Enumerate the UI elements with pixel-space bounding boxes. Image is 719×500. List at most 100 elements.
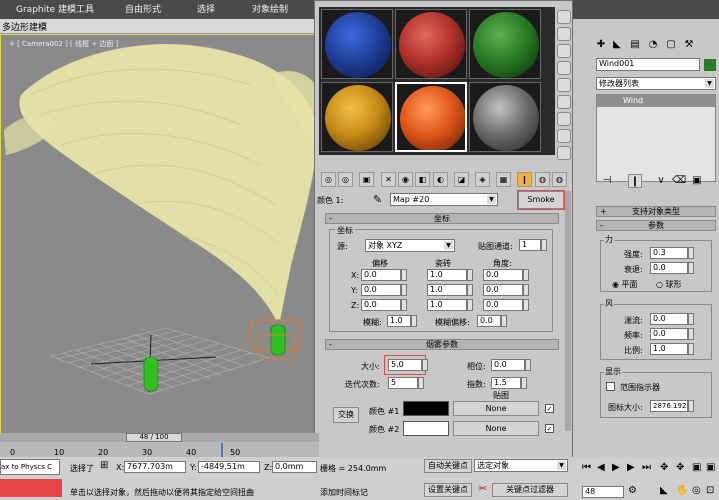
time-config-icon[interactable]: ⚙ <box>628 485 637 496</box>
auto-key-button[interactable]: 自动关键点 <box>424 459 472 473</box>
get-material-button[interactable]: ◎ <box>321 172 336 187</box>
stack-item-wind[interactable]: Wind <box>597 95 715 107</box>
play-icon[interactable]: ▶ <box>612 462 620 473</box>
angle-x-spinner[interactable] <box>523 269 529 281</box>
pan-icon[interactable]: ✋ <box>676 485 688 496</box>
go-to-end-icon[interactable]: ⏭ <box>642 462 651 473</box>
color-1-map-checkbox[interactable]: ✓ <box>545 404 554 413</box>
ribbon-tab-selection[interactable]: 选择 <box>197 3 215 18</box>
phase-spinner[interactable] <box>525 359 531 371</box>
map-name-field[interactable]: Map #20 ▼ <box>390 193 498 206</box>
maxscript-listener[interactable]: ax to Physcs C <box>0 459 60 475</box>
timeline-ruler[interactable]: 0 10 20 30 40 50 <box>0 443 319 457</box>
ribbon-tab-object-paint[interactable]: 对象绘制 <box>252 3 288 18</box>
y-coord-field[interactable]: -4849.51m <box>198 461 260 473</box>
put-to-library-button[interactable]: ◧ <box>415 172 430 187</box>
remove-modifier-icon[interactable]: ⌫ <box>672 174 686 188</box>
tiling-y-field[interactable]: 1.0 <box>427 284 467 296</box>
scale-field[interactable]: 1.0 <box>650 343 688 355</box>
turbulence-spinner[interactable] <box>688 313 694 325</box>
smoke-params-rollout-header[interactable]: - 烟雾参数 <box>325 339 559 350</box>
zoom-extents-all-icon[interactable]: ▣ <box>706 462 715 473</box>
make-unique-icon[interactable]: ∨ <box>654 174 668 188</box>
selection-set-dropdown[interactable]: 选定对象 ▼ <box>474 459 568 472</box>
sample-slot-gray[interactable] <box>469 82 541 152</box>
options-button[interactable] <box>557 112 571 126</box>
scale-spinner[interactable] <box>688 343 694 355</box>
offset-x-spinner[interactable] <box>401 269 407 281</box>
reset-map-button[interactable]: ✕ <box>381 172 396 187</box>
map-channel-field[interactable]: 1 <box>519 239 541 251</box>
spherical-radio-label[interactable]: ○ 球形 <box>656 279 682 290</box>
sample-slot-blue[interactable] <box>321 9 393 79</box>
sample-slot-orange[interactable] <box>395 82 467 152</box>
angle-x-field[interactable]: 0.0 <box>483 269 523 281</box>
modifier-list-dropdown[interactable]: 修改器列表 ▼ <box>596 77 716 90</box>
material-id-button[interactable]: ◐ <box>433 172 448 187</box>
current-frame-field[interactable]: 48 <box>582 486 624 498</box>
modify-tab-icon[interactable]: ◣ <box>610 38 624 52</box>
go-to-start-icon[interactable]: ⏮ <box>582 462 591 473</box>
blur-field[interactable]: 1.0 <box>387 315 411 327</box>
strength-field[interactable]: 0.3 <box>650 247 688 259</box>
icon-size-field[interactable]: 2876.192 <box>650 400 688 412</box>
decay-spinner[interactable] <box>688 262 694 274</box>
show-map-button[interactable]: ◪ <box>454 172 469 187</box>
object-name-field[interactable]: Wind001 <box>596 58 700 71</box>
add-time-tag-label[interactable]: 添加时间标记 <box>320 487 368 498</box>
make-preview-button[interactable] <box>557 95 571 109</box>
utilities-tab-icon[interactable]: ⚒ <box>682 38 696 52</box>
ribbon-sub-label[interactable]: 多边形建模 <box>2 20 47 33</box>
color-2-map-checkbox[interactable]: ✓ <box>545 424 554 433</box>
frequency-spinner[interactable] <box>688 328 694 340</box>
backlight-button[interactable] <box>557 27 571 41</box>
assign-material-button[interactable]: ▣ <box>359 172 374 187</box>
exponent-spinner[interactable] <box>521 377 527 389</box>
ribbon-tab-freeform[interactable]: 自由形式 <box>125 3 161 18</box>
key-filters-button[interactable]: 关键点过滤器 <box>492 483 568 497</box>
tiling-y-spinner[interactable] <box>467 284 473 296</box>
motion-tab-icon[interactable]: ◔ <box>646 38 660 52</box>
maxscript-error-bar[interactable] <box>0 479 62 497</box>
source-dropdown[interactable]: 对象 XYZ ▼ <box>365 239 455 252</box>
video-check-button[interactable] <box>557 78 571 92</box>
create-tab-icon[interactable]: ✚ <box>594 38 608 52</box>
next-frame-icon[interactable]: ▶ <box>627 462 635 473</box>
time-slider-track[interactable]: 48 / 100 <box>0 433 319 442</box>
params-rollout-header[interactable]: - 参数 <box>596 220 716 231</box>
iterations-field[interactable]: 5 <box>388 377 418 389</box>
maximize-viewport-icon[interactable]: ⊡ <box>706 485 714 496</box>
orbit-icon[interactable]: ◎ <box>692 485 701 496</box>
zoom-all-icon[interactable]: ✥ <box>676 462 684 473</box>
configure-sets-icon[interactable]: ▣ <box>690 174 704 188</box>
viewport-camera[interactable]: + [ Camera002 ] [ 线框 + 边面 ] <box>0 34 319 444</box>
show-end-result-icon[interactable]: ❙ <box>628 174 642 188</box>
sample-slot-green[interactable] <box>469 9 541 79</box>
z-coord-field[interactable]: 0.0mm <box>272 461 317 473</box>
angle-y-spinner[interactable] <box>523 284 529 296</box>
select-by-material-button[interactable] <box>557 129 571 143</box>
color-1-map-button[interactable]: None <box>453 401 539 416</box>
zoom-icon[interactable]: ✥ <box>660 462 668 473</box>
x-coord-field[interactable]: 7677.703m <box>124 461 186 473</box>
map-type-button[interactable]: Smoke <box>517 190 565 210</box>
offset-y-spinner[interactable] <box>401 284 407 296</box>
angle-z-spinner[interactable] <box>523 299 529 311</box>
go-to-parent-button[interactable]: ▦ <box>496 172 511 187</box>
tiling-x-field[interactable]: 1.0 <box>427 269 467 281</box>
eyedropper-icon[interactable]: ✎ <box>373 193 382 206</box>
time-slider-thumb[interactable]: 48 / 100 <box>126 433 182 442</box>
planar-radio-label[interactable]: ◉ 平面 <box>612 279 638 290</box>
show-end-result-button[interactable]: ◈ <box>475 172 490 187</box>
material-name-button[interactable]: ◍ <box>552 172 567 187</box>
coordinates-rollout-header[interactable]: - 坐标 <box>325 213 559 224</box>
size-spinner[interactable] <box>422 359 428 371</box>
zoom-extents-icon[interactable]: ▣ <box>692 462 701 473</box>
blur-offset-spinner[interactable] <box>501 315 507 327</box>
support-objects-rollout-header[interactable]: + 支持对象类型 <box>596 206 716 217</box>
uv-tiling-button[interactable] <box>557 61 571 75</box>
display-tab-icon[interactable]: ▢ <box>664 38 678 52</box>
angle-z-field[interactable]: 0.0 <box>483 299 523 311</box>
sample-type-button[interactable] <box>557 10 571 24</box>
put-to-scene-button[interactable]: ◎ <box>338 172 353 187</box>
